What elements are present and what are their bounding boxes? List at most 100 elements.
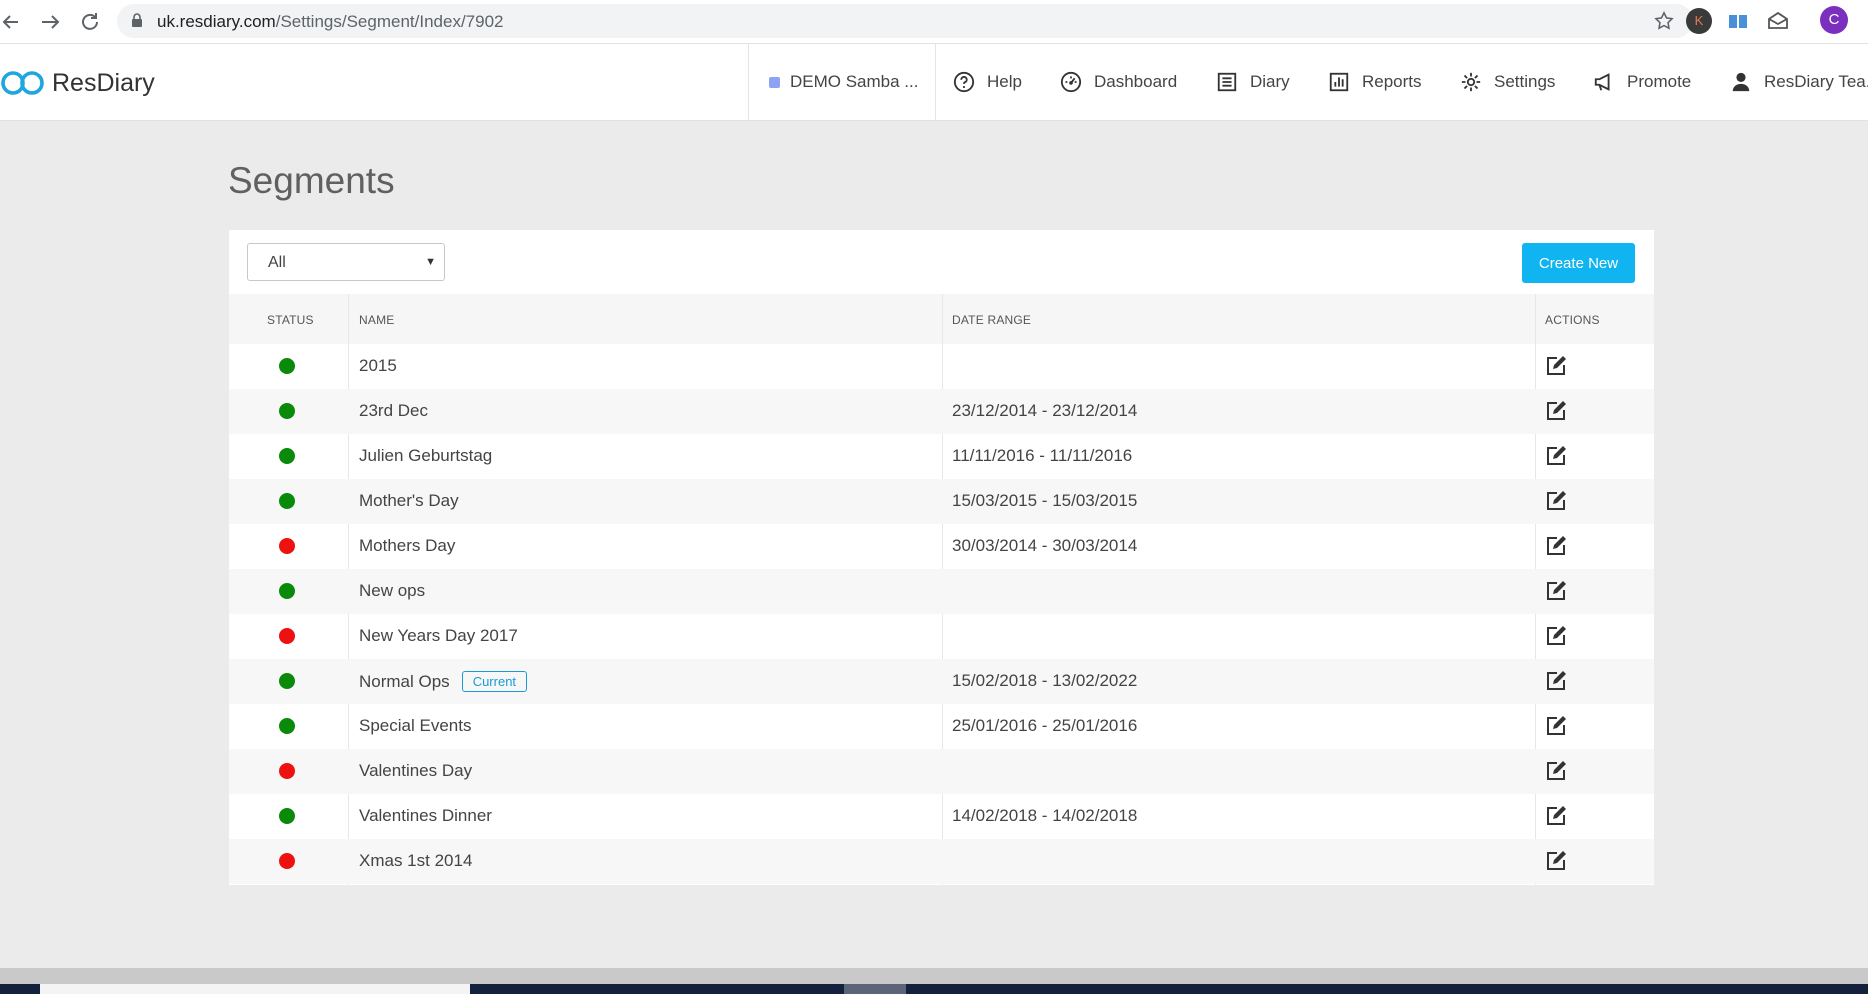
profile-avatar[interactable]: C: [1820, 6, 1848, 34]
segment-name-cell: Mothers Day: [359, 536, 455, 556]
segment-name: New ops: [359, 581, 426, 600]
page-title: Segments: [228, 160, 395, 201]
segment-name-cell: Special Events: [359, 716, 471, 736]
status-filter-select[interactable]: All ▼: [247, 243, 445, 281]
edit-icon[interactable]: [1545, 445, 1567, 467]
column-actions: ACTIONS: [1545, 313, 1600, 327]
segment-name: Mother's Day: [359, 491, 459, 510]
segment-name-cell: Xmas 1st 2014: [359, 851, 472, 871]
nav-help[interactable]: Help: [953, 44, 1022, 120]
edit-icon[interactable]: [1545, 850, 1567, 872]
date-range-cell: 15/02/2018 - 13/02/2022: [952, 671, 1138, 690]
reload-icon[interactable]: [76, 8, 104, 36]
table-row[interactable]: 23rd Dec 23/12/2014 - 23/12/2014: [229, 389, 1654, 434]
status-filter-value: All: [268, 254, 286, 271]
bookmark-star-icon[interactable]: [1653, 10, 1675, 37]
nav-user-label: ResDiary Tea...: [1764, 72, 1868, 91]
megaphone-icon: [1594, 73, 1610, 91]
status-dot: [279, 718, 295, 734]
edit-icon[interactable]: [1545, 805, 1567, 827]
segment-name: New Years Day 2017: [359, 626, 518, 645]
table-row[interactable]: Normal Ops Current 15/02/2018 - 13/02/2022: [229, 659, 1654, 704]
edit-icon[interactable]: [1545, 580, 1567, 602]
horizontal-scrollbar[interactable]: [0, 968, 1868, 984]
segment-name-cell: Valentines Dinner: [359, 806, 492, 826]
edit-icon[interactable]: [1545, 715, 1567, 737]
segment-name: 2015: [359, 356, 397, 375]
date-range-cell: 25/01/2016 - 25/01/2016: [952, 716, 1138, 735]
url-text: uk.resdiary.com/Settings/Segment/Index/7…: [157, 12, 503, 32]
table-row[interactable]: 2015: [229, 344, 1654, 389]
nav-user[interactable]: ResDiary Tea...: [1730, 44, 1868, 120]
nav-settings[interactable]: Settings: [1460, 44, 1555, 120]
gear-icon: [1461, 72, 1481, 92]
edit-icon[interactable]: [1545, 760, 1567, 782]
restaurant-name: DEMO Samba ...: [790, 72, 919, 91]
taskbar-item[interactable]: [844, 984, 906, 994]
address-bar[interactable]: uk.resdiary.com/Settings/Segment/Index/7…: [117, 4, 1693, 38]
resdiary-logo[interactable]: ResDiary: [0, 66, 155, 100]
segment-name: Valentines Day: [359, 761, 473, 780]
status-dot: [279, 538, 295, 554]
nav-diary[interactable]: Diary: [1216, 44, 1290, 120]
status-dot: [279, 808, 295, 824]
chevron-down-icon: ▼: [425, 256, 436, 268]
table-row[interactable]: Julien Geburtstag 11/11/2016 - 11/11/2016: [229, 434, 1654, 479]
status-dot: [279, 853, 295, 869]
segments-table-body: 2015 23rd Dec 23/12/2014 - 23/12/2014 Julie…: [229, 344, 1654, 884]
edit-icon[interactable]: [1545, 670, 1567, 692]
table-row[interactable]: Valentines Dinner 14/02/2018 - 14/02/2018: [229, 794, 1654, 839]
nav-promote-label: Promote: [1627, 72, 1692, 91]
inbox-extension-icon[interactable]: [1765, 8, 1791, 34]
taskbar-window-tab[interactable]: [40, 984, 470, 994]
dashboard-icon: [1060, 71, 1082, 93]
table-row[interactable]: New ops: [229, 569, 1654, 614]
edit-icon[interactable]: [1545, 625, 1567, 647]
table-row[interactable]: New Years Day 2017: [229, 614, 1654, 659]
edit-icon[interactable]: [1545, 535, 1567, 557]
segment-name-cell: Valentines Day: [359, 761, 472, 781]
segment-name: Julien Geburtstag: [359, 446, 493, 465]
create-new-button[interactable]: Create New: [1522, 243, 1635, 283]
segment-name: Mothers Day: [359, 536, 456, 555]
date-range-cell: 30/03/2014 - 30/03/2014: [952, 536, 1138, 555]
table-row[interactable]: Xmas 1st 2014: [229, 839, 1654, 884]
status-dot: [279, 763, 295, 779]
forward-arrow-icon[interactable]: [36, 8, 64, 36]
column-date-range[interactable]: DATE RANGE: [952, 313, 1031, 327]
help-circle-icon: [953, 71, 975, 93]
restaurant-color-dot: [769, 76, 780, 88]
nav-reports[interactable]: Reports: [1328, 44, 1422, 120]
nav-diary-label: Diary: [1250, 72, 1290, 91]
reader-extension-icon[interactable]: [1725, 8, 1751, 34]
column-name[interactable]: NAME: [359, 313, 394, 327]
edit-icon[interactable]: [1545, 400, 1567, 422]
restaurant-selector[interactable]: DEMO Samba ...: [748, 44, 936, 120]
nav-promote[interactable]: Promote: [1593, 44, 1691, 120]
status-dot: [279, 403, 295, 419]
url-host: uk.resdiary.com: [157, 12, 276, 31]
nav-dashboard-label: Dashboard: [1094, 72, 1178, 91]
nav-dashboard[interactable]: Dashboard: [1060, 44, 1177, 120]
edit-icon[interactable]: [1545, 490, 1567, 512]
user-icon: [1732, 72, 1750, 92]
date-range-cell: 11/11/2016 - 11/11/2016: [952, 446, 1133, 465]
edit-icon[interactable]: [1545, 355, 1567, 377]
segment-name-cell: Normal Ops Current: [359, 671, 528, 692]
logo-text: ResDiary: [52, 68, 155, 97]
date-range-cell: 14/02/2018 - 14/02/2018: [952, 806, 1138, 825]
status-dot: [279, 448, 295, 464]
url-path: /Settings/Segment/Index/7902: [275, 12, 504, 31]
current-badge: Current: [461, 671, 528, 692]
extension-k-icon[interactable]: K: [1686, 8, 1712, 34]
table-row[interactable]: Valentines Day: [229, 749, 1654, 794]
table-row[interactable]: Mother's Day 15/03/2015 - 15/03/2015: [229, 479, 1654, 524]
column-status[interactable]: STATUS: [267, 313, 314, 327]
nav-help-label: Help: [987, 72, 1022, 91]
table-row[interactable]: Special Events 25/01/2016 - 25/01/2016: [229, 704, 1654, 749]
segment-name-cell: Mother's Day: [359, 491, 459, 511]
table-row[interactable]: Mothers Day 30/03/2014 - 30/03/2014: [229, 524, 1654, 569]
segment-name-cell: New Years Day 2017: [359, 626, 518, 646]
back-arrow-icon[interactable]: [0, 8, 28, 36]
date-range-cell: 15/03/2015 - 15/03/2015: [952, 491, 1138, 510]
